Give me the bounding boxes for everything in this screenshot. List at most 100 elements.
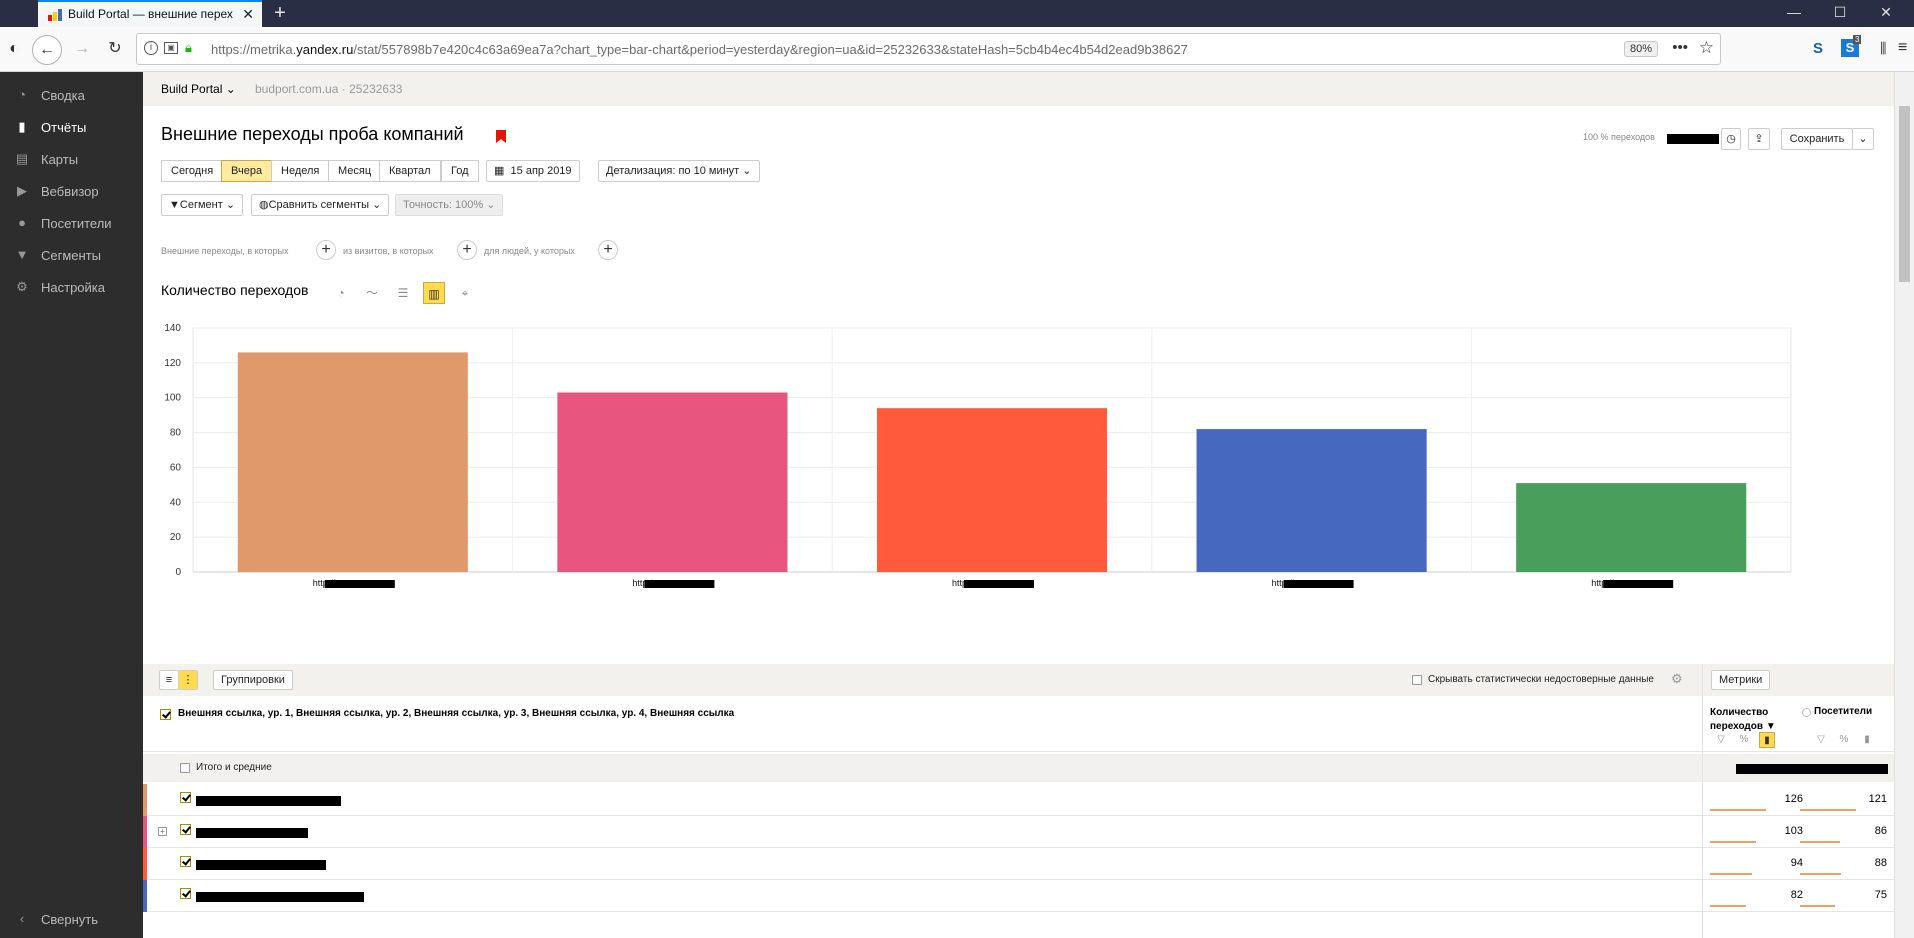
sidebar-item-summary[interactable]: ◔ Сводка bbox=[0, 82, 143, 108]
scrollbar-thumb[interactable] bbox=[1899, 106, 1910, 282]
history-icon[interactable]: ◷ bbox=[1721, 128, 1741, 150]
dimensions-label: Внешняя ссылка, ур. 1, Внешняя ссылка, у… bbox=[178, 708, 735, 719]
bar bbox=[1196, 429, 1427, 572]
sidebar-item-label: Сегменты bbox=[41, 248, 102, 263]
period-quarter-button[interactable]: Квартал bbox=[379, 160, 441, 182]
add-filter-visits-button[interactable]: + bbox=[457, 240, 477, 260]
metric-bars-icon[interactable]: ▮ bbox=[1759, 732, 1775, 748]
flat-view-icon[interactable]: ≡ bbox=[159, 670, 179, 690]
add-filter-people-button[interactable]: + bbox=[598, 240, 618, 260]
visitors-bars-icon[interactable]: ▮ bbox=[1859, 732, 1875, 748]
extension-s-icon[interactable]: S bbox=[1813, 40, 1823, 57]
sidebar-toggle-icon[interactable]: ◐ bbox=[2, 35, 26, 65]
y-tick-label: 60 bbox=[170, 462, 182, 473]
metric-visitors-header[interactable]: Посетители bbox=[1814, 706, 1872, 717]
address-bar[interactable]: i ▣ 🔒︎ https://metrika.yandex.ru/stat/55… bbox=[136, 33, 1721, 65]
page-scrollbar[interactable] bbox=[1894, 72, 1914, 938]
sidebar-item-label: Посетители bbox=[41, 216, 112, 231]
period-week-button[interactable]: Неделя bbox=[271, 160, 330, 182]
person-icon: ● bbox=[18, 215, 26, 230]
maximize-icon[interactable]: ☐ bbox=[1830, 4, 1850, 21]
detail-dropdown[interactable]: Детализация: по 10 минут ⌄ bbox=[598, 160, 760, 182]
bar-chart-icon[interactable]: ▥ bbox=[423, 282, 445, 304]
sidebar-item-webvisor[interactable]: ▶ Вебвизор bbox=[0, 178, 143, 204]
minimize-icon[interactable]: — bbox=[1784, 4, 1804, 20]
row-checkbox[interactable] bbox=[180, 824, 191, 835]
menu-icon[interactable]: ≡ bbox=[1898, 39, 1907, 57]
info-icon[interactable]: i bbox=[144, 41, 158, 55]
visitors-filter-icon[interactable]: ▽ bbox=[1813, 732, 1829, 748]
hide-unreliable-checkbox[interactable] bbox=[1412, 675, 1422, 685]
table-row[interactable]: +103 86 bbox=[143, 816, 1894, 848]
url-text[interactable]: https://metrika.yandex.ru/stat/557898b7e… bbox=[211, 42, 1188, 57]
metric-transitions-header[interactable]: Количество переходов ▼ bbox=[1710, 706, 1780, 734]
reload-icon[interactable]: ↻ bbox=[100, 35, 130, 65]
table-row[interactable]: 82 75 bbox=[143, 880, 1894, 912]
library-icon[interactable]: ⫼ bbox=[1880, 40, 1886, 57]
chart-title: Количество переходов bbox=[161, 282, 309, 298]
sidebar-item-segments[interactable]: ▼ Сегменты bbox=[0, 242, 143, 268]
tab-close-icon[interactable]: ✕ bbox=[242, 6, 254, 23]
period-month-button[interactable]: Месяц bbox=[328, 160, 382, 182]
metric-filter-icon[interactable]: ▽ bbox=[1713, 732, 1729, 748]
bookmark-star-icon[interactable]: ☆ bbox=[1699, 38, 1714, 58]
map-chart-icon[interactable]: ⌖ bbox=[454, 282, 476, 304]
sidebar-collapse-button[interactable]: ‹ Свернуть bbox=[0, 906, 143, 932]
compare-icon: ◍ bbox=[259, 199, 269, 211]
close-window-icon[interactable]: ✕ bbox=[1876, 4, 1896, 21]
forward-icon[interactable]: → bbox=[67, 35, 97, 65]
compare-segments-button[interactable]: ◍Сравнить сегменты ⌄ bbox=[251, 194, 390, 216]
row-visitors-bar bbox=[1800, 809, 1856, 811]
visitors-percent-icon[interactable]: % bbox=[1836, 732, 1852, 748]
sidebar-item-visitors[interactable]: ● Посетители bbox=[0, 210, 143, 236]
pie-chart-icon[interactable]: ◔ bbox=[330, 282, 352, 304]
expand-row-icon[interactable]: + bbox=[158, 827, 167, 836]
period-yesterday-button[interactable]: Вчера bbox=[221, 160, 273, 182]
sidebar-item-reports[interactable]: ▮ Отчёты bbox=[0, 114, 143, 140]
row-color-stripe bbox=[143, 816, 147, 848]
row-checkbox[interactable] bbox=[180, 792, 191, 803]
new-tab-icon[interactable]: + bbox=[270, 2, 290, 25]
sidebar-item-maps[interactable]: ▤ Карты bbox=[0, 146, 143, 172]
metrics-button[interactable]: Метрики bbox=[1711, 670, 1771, 690]
row-visitors-bar bbox=[1800, 905, 1835, 907]
totals-label: Итого и средние bbox=[196, 762, 272, 773]
save-button[interactable]: Сохранить bbox=[1781, 128, 1853, 150]
line-chart-icon[interactable]: 〜 bbox=[361, 282, 383, 304]
zoom-indicator[interactable]: 80% bbox=[1623, 41, 1658, 57]
accuracy-dropdown[interactable]: Точность: 100% ⌄ bbox=[395, 194, 504, 216]
row-checkbox[interactable] bbox=[180, 888, 191, 899]
filter-label-people: для людей, у которых bbox=[484, 246, 575, 256]
redacted-label bbox=[324, 580, 395, 588]
save-options-icon[interactable]: ⌄ bbox=[1852, 128, 1874, 150]
bookmark-icon[interactable] bbox=[496, 130, 506, 143]
visitors-radio[interactable] bbox=[1802, 708, 1811, 717]
groupings-button[interactable]: Группировки bbox=[213, 670, 293, 690]
row-checkbox[interactable] bbox=[180, 856, 191, 867]
table-row[interactable]: 94 88 bbox=[143, 848, 1894, 880]
export-icon[interactable]: ⇪ bbox=[1748, 128, 1770, 150]
metric-percent-icon[interactable]: % bbox=[1736, 732, 1752, 748]
browser-tab[interactable]: Build Portal — внешние переходы ✕ bbox=[38, 0, 262, 27]
dimensions-checkbox[interactable] bbox=[160, 709, 171, 720]
stacked-chart-icon[interactable]: ☰ bbox=[392, 282, 414, 304]
table-settings-gear-icon[interactable]: ⚙ bbox=[1671, 671, 1683, 687]
table-row[interactable]: 126 121 bbox=[143, 784, 1894, 816]
image-permission-icon[interactable]: ▣ bbox=[164, 42, 178, 54]
tree-view-icon[interactable]: ⋮ bbox=[178, 670, 198, 690]
segment-button[interactable]: ▼Сегмент ⌄ bbox=[161, 194, 244, 216]
row-visitors: 121 bbox=[1868, 793, 1887, 805]
redacted-row-label bbox=[196, 828, 308, 838]
date-picker-button[interactable]: ▦ 15 апр 2019 bbox=[486, 160, 580, 182]
table-toolbar: ≡ ⋮ Группировки Скрывать статистически н… bbox=[143, 664, 1894, 696]
totals-checkbox[interactable] bbox=[180, 763, 190, 773]
counter-selector[interactable]: Build Portal ⌄ bbox=[161, 82, 236, 96]
back-icon[interactable]: ← bbox=[32, 35, 62, 65]
sidebar-item-settings[interactable]: ⚙ Настройка bbox=[0, 274, 143, 300]
period-year-button[interactable]: Год bbox=[441, 160, 479, 182]
period-today-button[interactable]: Сегодня bbox=[161, 160, 224, 182]
metrika-favicon-icon bbox=[48, 9, 62, 21]
add-filter-transitions-button[interactable]: + bbox=[316, 240, 336, 260]
page-actions-icon[interactable]: ••• bbox=[1672, 39, 1688, 56]
bar-chart-icon: ▮ bbox=[18, 119, 26, 134]
